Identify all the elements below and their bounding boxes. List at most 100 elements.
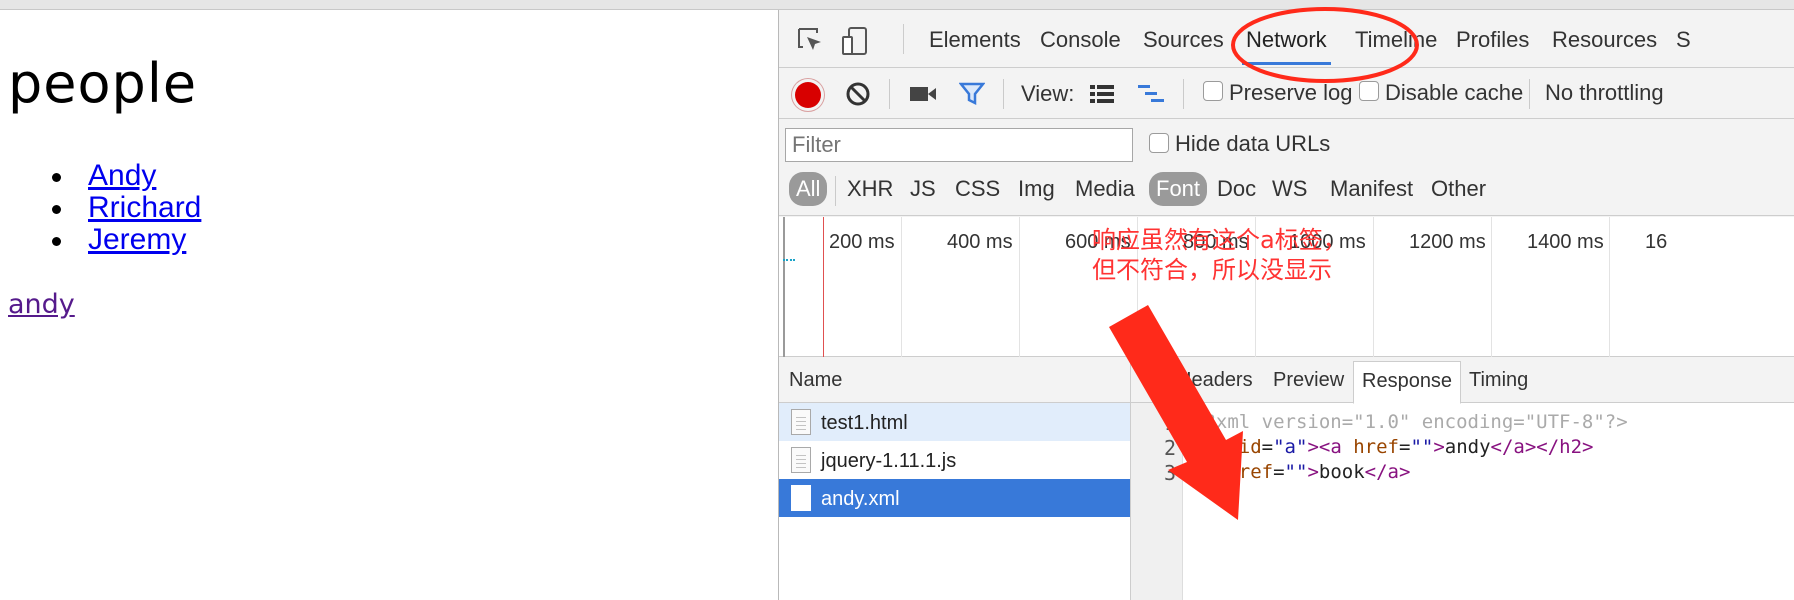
clear-icon[interactable] — [845, 81, 871, 112]
view-label: View: — [1021, 81, 1075, 106]
device-mode-icon[interactable] — [839, 25, 871, 57]
filter-input[interactable] — [785, 128, 1133, 162]
tab-network[interactable]: Network — [1242, 27, 1331, 65]
code-token: <a — [1193, 461, 1228, 483]
inspect-element-icon[interactable] — [795, 25, 827, 57]
tab-resources[interactable]: Resources — [1552, 27, 1657, 53]
tab-timing[interactable]: Timing — [1469, 369, 1528, 392]
timeline-tick-label: 200 ms — [829, 231, 895, 253]
code-token: > — [1433, 436, 1445, 458]
document-icon — [791, 485, 811, 511]
hide-data-urls-label: Hide data URLs — [1175, 131, 1331, 156]
type-filter-ws[interactable]: WS — [1266, 172, 1313, 206]
type-filter-media[interactable]: Media — [1069, 172, 1141, 206]
network-toolbar: View: Preserve log Disable cache No thro… — [779, 69, 1794, 119]
person-link-andy[interactable]: Andy — [88, 159, 156, 192]
type-filter-manifest[interactable]: Manifest — [1324, 172, 1419, 206]
request-row-test1[interactable]: test1.html — [779, 403, 1130, 441]
code-token: </a> — [1364, 461, 1411, 483]
code-token: = — [1261, 436, 1274, 458]
code-token: > — [1307, 461, 1319, 483]
tab-profiles[interactable]: Profiles — [1456, 27, 1529, 53]
tab-console[interactable]: Console — [1040, 27, 1121, 53]
request-name: andy.xml — [821, 488, 900, 510]
toolbar-separator — [1003, 79, 1004, 109]
tab-elements[interactable]: Elements — [929, 27, 1021, 53]
line-number: 3 — [1163, 461, 1176, 485]
tab-timeline[interactable]: Timeline — [1355, 27, 1437, 53]
response-line-3: <a href="">book</a> — [1193, 461, 1410, 483]
andy-result-link[interactable]: andy — [8, 289, 75, 320]
type-filter-all[interactable]: All — [789, 172, 828, 206]
type-filter-other[interactable]: Other — [1425, 172, 1492, 206]
overview-left-handle[interactable] — [783, 217, 785, 357]
response-line-1: <?xml version="1.0" encoding="UTF-8"?> — [1193, 411, 1628, 433]
name-column-header[interactable]: Name — [779, 357, 1130, 403]
code-token: "" — [1410, 436, 1434, 458]
hide-data-urls-checkbox[interactable] — [1149, 133, 1169, 153]
request-bar — [783, 259, 795, 261]
type-filter-xhr[interactable]: XHR — [841, 172, 899, 206]
list-item: Andy — [52, 160, 201, 192]
tab-sources[interactable]: Sources — [1143, 27, 1224, 53]
timeline-tick-label: 400 ms — [947, 231, 1013, 253]
filter-bar: Hide data URLs All XHR JS CSS Img Media … — [779, 120, 1794, 216]
load-event-marker — [823, 217, 824, 357]
waterfall-overview-icon[interactable] — [1137, 83, 1165, 110]
grid-line — [1491, 217, 1492, 357]
rendered-page: people Andy Rrichard Jeremy andy — [0, 10, 778, 600]
devtools-tabbar: Elements Console Sources Network Timelin… — [779, 10, 1794, 68]
code-token: id — [1238, 436, 1262, 458]
person-link-rrichard[interactable]: Rrichard — [88, 191, 201, 224]
code-token: andy — [1444, 436, 1491, 458]
document-icon — [791, 447, 811, 473]
request-row-jquery[interactable]: jquery-1.11.1.js — [779, 441, 1130, 479]
type-filter-css[interactable]: CSS — [949, 172, 1006, 206]
detail-tabbar: Headers Preview Response Timing — [1131, 357, 1794, 404]
preserve-log-checkbox[interactable] — [1203, 81, 1223, 101]
toolbar-separator — [889, 79, 890, 109]
type-filter-font[interactable]: Font — [1149, 172, 1208, 206]
code-token: book — [1318, 461, 1365, 483]
code-token: href — [1353, 436, 1399, 458]
tabbar-separator — [903, 24, 904, 54]
request-name: test1.html — [821, 412, 908, 434]
code-token: "a" — [1273, 436, 1308, 458]
request-detail-pane: Headers Preview Response Timing 1 2 3 <?… — [1131, 357, 1794, 600]
disable-cache-label: Disable cache — [1385, 80, 1524, 105]
disable-cache-checkbox[interactable] — [1359, 81, 1379, 101]
people-list: Andy Rrichard Jeremy — [52, 160, 201, 256]
request-list: Name test1.html jquery-1.11.1.js andy.xm… — [779, 357, 1131, 600]
tab-headers[interactable]: Headers — [1177, 369, 1253, 392]
code-token: "" — [1284, 461, 1308, 483]
grid-line — [1609, 217, 1610, 357]
type-filter-doc[interactable]: Doc — [1211, 172, 1262, 206]
code-token: <a — [1318, 436, 1354, 458]
list-item: Rrichard — [52, 192, 201, 224]
type-filter-img[interactable]: Img — [1012, 172, 1061, 206]
capture-screenshots-icon[interactable] — [909, 83, 937, 110]
tab-preview[interactable]: Preview — [1273, 369, 1344, 392]
type-filter-js[interactable]: JS — [904, 172, 942, 206]
preserve-log-label: Preserve log — [1229, 80, 1353, 105]
filter-separator — [835, 176, 836, 206]
line-number-gutter: 1 2 3 — [1131, 403, 1183, 600]
tab-more[interactable]: S — [1676, 27, 1691, 53]
annotation-line: 但不符合，所以没显示 — [1092, 256, 1332, 284]
document-icon — [791, 409, 811, 435]
request-row-andy-xml[interactable]: andy.xml — [779, 479, 1130, 517]
grid-line — [1373, 217, 1374, 357]
grid-line — [1019, 217, 1020, 357]
filter-icon[interactable] — [958, 81, 986, 112]
code-token: <h2 — [1193, 436, 1239, 458]
throttling-select[interactable]: No throttling — [1545, 80, 1664, 106]
request-name: jquery-1.11.1.js — [821, 450, 957, 472]
record-button[interactable] — [795, 82, 821, 108]
large-rows-icon[interactable] — [1089, 83, 1115, 110]
annotation-line: 响应虽然有这个a标签， — [1092, 226, 1347, 254]
code-token: > — [1307, 436, 1319, 458]
line-number: 1 — [1163, 411, 1176, 435]
person-link-jeremy[interactable]: Jeremy — [88, 223, 186, 256]
tab-response[interactable]: Response — [1353, 361, 1462, 404]
timeline-tick-label: 16 — [1645, 231, 1668, 253]
